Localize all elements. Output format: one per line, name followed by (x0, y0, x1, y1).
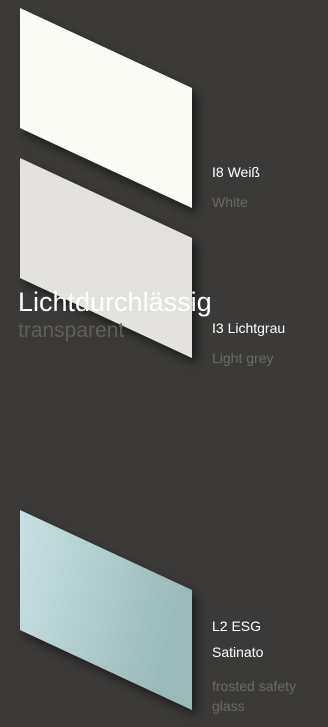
section-title: Lichtdurchlässig (18, 287, 212, 317)
light-grey-code-label: I3 Lichtgrau (212, 320, 286, 336)
white-swatch (20, 8, 192, 208)
glass-english-label: frosted safety glass (212, 678, 297, 714)
white-swatch-panel (20, 8, 192, 208)
light-grey-swatch-panel (20, 158, 192, 358)
section-subtitle: transparent (18, 319, 125, 342)
frosted-glass-swatch-panel (20, 510, 192, 710)
glass-code-label: L2 ESG (212, 618, 262, 634)
white-english-label: White (212, 194, 248, 210)
white-code-label: I8 Weiß (212, 164, 260, 180)
glass-name-label: Satinato (212, 644, 264, 660)
light-grey-english-label: Light grey (212, 350, 274, 366)
frosted-glass-swatch (20, 510, 192, 710)
